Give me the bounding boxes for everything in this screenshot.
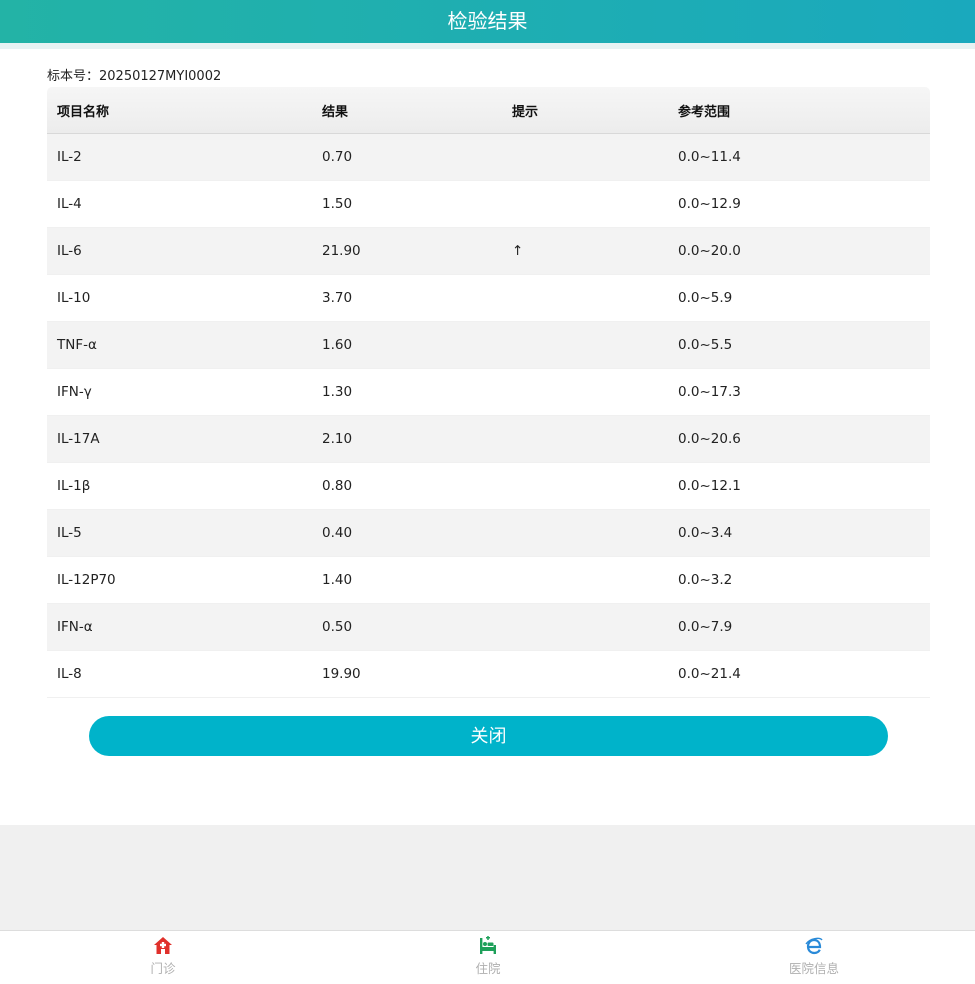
- cell-item-name: IL-4: [47, 180, 322, 228]
- cell-hint: [512, 368, 678, 416]
- cell-hint: ↑: [512, 227, 678, 275]
- table-row: IFN-α 0.50 0.0~7.9: [47, 603, 930, 651]
- cell-reference-range: 0.0~7.9: [678, 603, 930, 651]
- cell-item-name: IL-6: [47, 227, 322, 275]
- table-row: IL-12P70 1.40 0.0~3.2: [47, 556, 930, 604]
- inpatient-bed-icon: [480, 936, 496, 954]
- cell-hint: [512, 180, 678, 228]
- cell-result: 0.40: [322, 509, 512, 557]
- table-row: IL-6 21.90 ↑ 0.0~20.0: [47, 227, 930, 275]
- cell-reference-range: 0.0~17.3: [678, 368, 930, 416]
- cell-hint: [512, 509, 678, 557]
- nav-item-hospital-info[interactable]: 医院信息: [714, 931, 914, 984]
- table-row: IL-17A 2.10 0.0~20.6: [47, 415, 930, 463]
- cell-item-name: IL-1β: [47, 462, 322, 510]
- column-header-range: 参考范围: [678, 87, 930, 134]
- page-title: 检验结果: [447, 9, 528, 33]
- nav-item-outpatient[interactable]: 门诊: [63, 931, 263, 984]
- bottom-navigation: 门诊 住院 医院信息: [0, 930, 975, 984]
- table-row: IL-10 3.70 0.0~5.9: [47, 274, 930, 322]
- cell-reference-range: 0.0~11.4: [678, 133, 930, 181]
- cell-reference-range: 0.0~21.4: [678, 650, 930, 698]
- nav-item-inpatient[interactable]: 住院: [388, 931, 588, 984]
- cell-item-name: IL-10: [47, 274, 322, 322]
- cell-item-name: IFN-γ: [47, 368, 322, 416]
- table-row: IL-2 0.70 0.0~11.4: [47, 133, 930, 181]
- cell-reference-range: 0.0~3.4: [678, 509, 930, 557]
- cell-reference-range: 0.0~20.0: [678, 227, 930, 275]
- cell-result: 1.30: [322, 368, 512, 416]
- cell-reference-range: 0.0~12.9: [678, 180, 930, 228]
- cell-hint: [512, 321, 678, 369]
- cell-item-name: IL-2: [47, 133, 322, 181]
- column-header-hint: 提示: [512, 87, 678, 134]
- main-content: 标本号：20250127MYI0002 项目名称 结果 提示 参考范围 IL-2…: [0, 49, 975, 825]
- cell-hint: [512, 415, 678, 463]
- table-row: IFN-γ 1.30 0.0~17.3: [47, 368, 930, 416]
- column-header-result: 结果: [322, 87, 512, 134]
- cell-item-name: IFN-α: [47, 603, 322, 651]
- close-button[interactable]: 关闭: [89, 716, 888, 756]
- outpatient-house-icon: [154, 937, 172, 954]
- cell-result: 1.60: [322, 321, 512, 369]
- nav-label-outpatient: 门诊: [150, 961, 176, 976]
- cell-result: 2.10: [322, 415, 512, 463]
- specimen-number: 标本号：20250127MYI0002: [47, 69, 222, 84]
- page-header: 检验结果: [0, 0, 975, 43]
- table-row: IL-1β 0.80 0.0~12.1: [47, 462, 930, 510]
- hospital-info-e-icon: [805, 937, 823, 955]
- nav-label-hospital-info: 医院信息: [788, 961, 839, 976]
- cell-result: 1.50: [322, 180, 512, 228]
- table-row: TNF-α 1.60 0.0~5.5: [47, 321, 930, 369]
- cell-item-name: IL-12P70: [47, 556, 322, 604]
- cell-reference-range: 0.0~3.2: [678, 556, 930, 604]
- nav-label-inpatient: 住院: [475, 961, 501, 976]
- cell-hint: [512, 650, 678, 698]
- column-header-name: 项目名称: [47, 87, 322, 134]
- cell-reference-range: 0.0~20.6: [678, 415, 930, 463]
- cell-item-name: IL-17A: [47, 415, 322, 463]
- cell-hint: [512, 556, 678, 604]
- cell-item-name: IL-5: [47, 509, 322, 557]
- cell-reference-range: 0.0~5.9: [678, 274, 930, 322]
- cell-result: 3.70: [322, 274, 512, 322]
- cell-reference-range: 0.0~12.1: [678, 462, 930, 510]
- cell-item-name: TNF-α: [47, 321, 322, 369]
- table-header-row: 项目名称 结果 提示 参考范围: [47, 87, 930, 134]
- cell-result: 1.40: [322, 556, 512, 604]
- cell-item-name: IL-8: [47, 650, 322, 698]
- cell-hint: [512, 462, 678, 510]
- cell-hint: [512, 133, 678, 181]
- cell-result: 0.70: [322, 133, 512, 181]
- cell-result: 0.50: [322, 603, 512, 651]
- table-row: IL-8 19.90 0.0~21.4: [47, 650, 930, 698]
- table-row: IL-4 1.50 0.0~12.9: [47, 180, 930, 228]
- results-table-body: IL-2 0.70 0.0~11.4 IL-4 1.50 0.0~12.9 IL-6 21.9…: [47, 133, 930, 698]
- cell-reference-range: 0.0~5.5: [678, 321, 930, 369]
- cell-hint: [512, 274, 678, 322]
- cell-result: 19.90: [322, 650, 512, 698]
- cell-result: 21.90: [322, 227, 512, 275]
- results-table: 项目名称 结果 提示 参考范围 IL-2 0.70 0.0~11.4 IL-4 1.50…: [47, 87, 930, 698]
- table-row: IL-5 0.40 0.0~3.4: [47, 509, 930, 557]
- cell-hint: [512, 603, 678, 651]
- cell-result: 0.80: [322, 462, 512, 510]
